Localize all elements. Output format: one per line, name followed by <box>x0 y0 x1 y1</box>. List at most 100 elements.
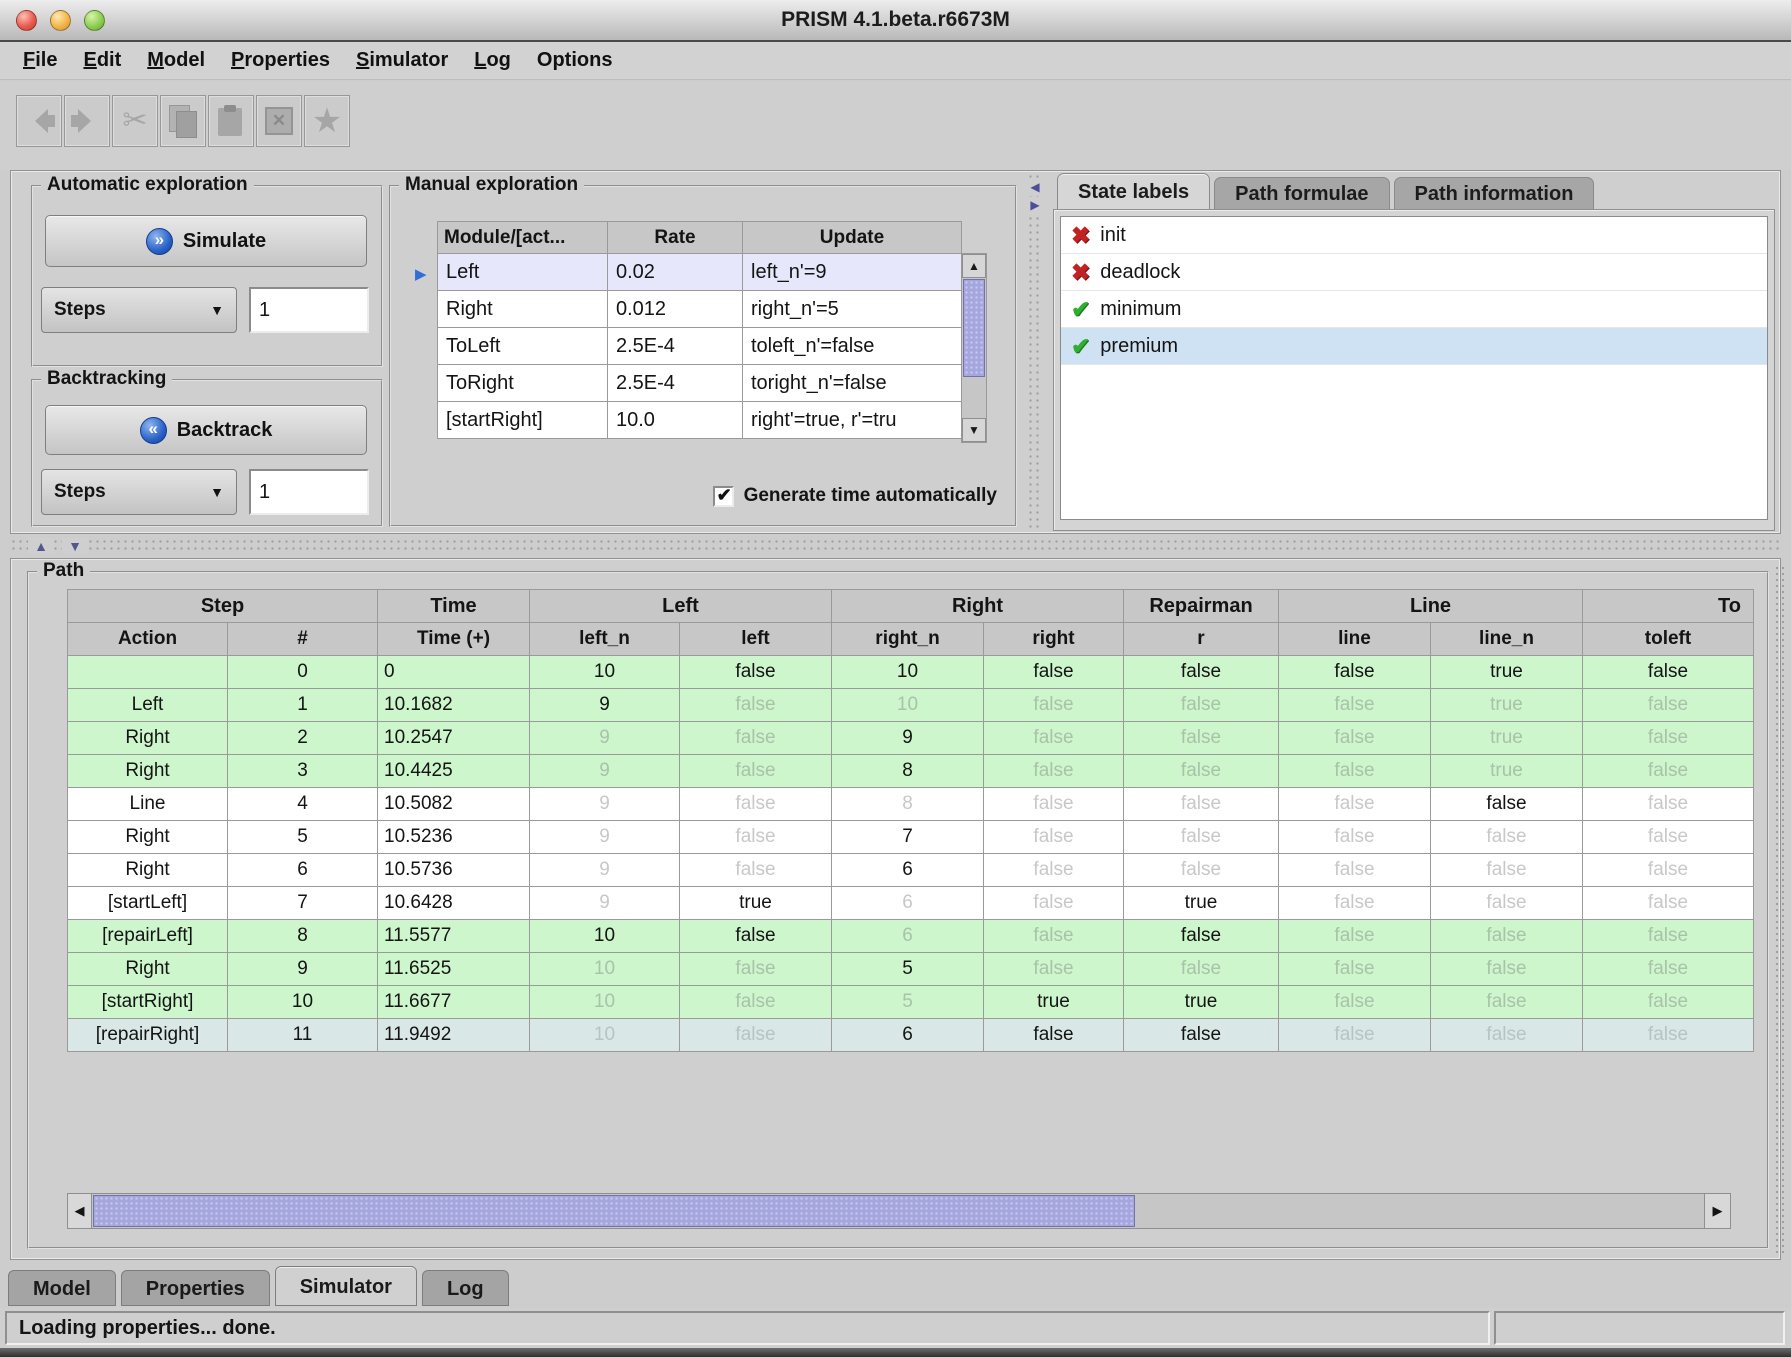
collapse-left-icon[interactable] <box>1028 179 1042 195</box>
menu-edit[interactable]: Edit <box>70 42 134 79</box>
path-col-header[interactable]: toleft <box>1583 623 1754 656</box>
path-col-header[interactable]: line_n <box>1431 623 1583 656</box>
manual-transition-row[interactable]: [startRight]10.0right'=true, r'=tru <box>438 402 962 439</box>
path-col-header[interactable]: left_n <box>530 623 680 656</box>
menu-simulator[interactable]: Simulator <box>343 42 461 79</box>
path-col-header[interactable]: Action <box>68 623 228 656</box>
delete-button[interactable]: ✕ <box>256 95 302 147</box>
rewind-icon: « <box>140 417 167 444</box>
undo-arrow-icon <box>23 109 55 133</box>
manual-col-header[interactable]: Update <box>743 222 962 254</box>
path-step-row[interactable]: [repairRight]1111.949210false6falsefalse… <box>68 1019 1754 1052</box>
check-icon: ✔ <box>1071 298 1090 321</box>
chevron-down-icon: ▼ <box>210 302 224 318</box>
undo-button[interactable] <box>16 95 62 147</box>
path-col-header[interactable]: Time (+) <box>378 623 530 656</box>
path-group-header: Repairman <box>1124 590 1279 623</box>
collapse-right-icon[interactable] <box>1028 197 1042 213</box>
tab-state-labels[interactable]: State labels <box>1057 173 1210 209</box>
simulate-steps-label: Steps <box>54 299 106 321</box>
menu-log[interactable]: Log <box>461 42 524 79</box>
paste-button[interactable] <box>208 95 254 147</box>
path-step-row[interactable]: [startLeft]710.64289true6falsetruefalsef… <box>68 887 1754 920</box>
simulate-steps-dropdown[interactable]: Steps ▼ <box>41 287 237 333</box>
menu-properties[interactable]: Properties <box>218 42 343 79</box>
tab-path-information[interactable]: Path information <box>1394 177 1595 209</box>
state-labels-list: ✖init✖deadlock✔minimum✔premium <box>1060 216 1768 520</box>
manual-exploration-group: Manual exploration ▶ Module/[act...RateU… <box>389 185 1017 527</box>
state-labels-pane: ✖init✖deadlock✔minimum✔premium <box>1053 209 1775 531</box>
path-step-row[interactable]: Right310.44259false8falsefalsefalsetruef… <box>68 755 1754 788</box>
backtrack-steps-dropdown[interactable]: Steps ▼ <box>41 469 237 515</box>
state-label-row[interactable]: ✖init <box>1061 217 1767 254</box>
scroll-down-icon[interactable] <box>962 418 986 442</box>
manual-table-scrollbar[interactable] <box>961 253 987 443</box>
menu-file[interactable]: File <box>10 42 70 79</box>
backtrack-steps-input[interactable]: 1 <box>249 469 369 515</box>
path-step-row[interactable]: Right610.57369false6falsefalsefalsefalse… <box>68 854 1754 887</box>
automatic-exploration-group: Automatic exploration » Simulate Steps ▼… <box>31 185 383 367</box>
fast-forward-icon: » <box>146 228 173 255</box>
scroll-left-icon[interactable] <box>68 1194 92 1228</box>
redo-button[interactable] <box>64 95 110 147</box>
state-label-row[interactable]: ✔ premium <box>1061 328 1767 365</box>
generate-time-checkbox[interactable] <box>713 486 734 507</box>
scroll-up-icon[interactable] <box>962 254 986 278</box>
tab-simulator[interactable]: Simulator <box>275 1266 417 1306</box>
cut-button[interactable]: ✂ <box>112 95 158 147</box>
path-step-row[interactable]: [startRight]1011.667710false5truetruefal… <box>68 986 1754 1019</box>
path-title: Path <box>37 560 90 582</box>
simulate-button[interactable]: » Simulate <box>45 215 367 267</box>
backtrack-button[interactable]: « Backtrack <box>45 405 367 455</box>
state-label-name: init <box>1100 224 1126 247</box>
copy-icon <box>168 105 198 137</box>
paste-icon <box>218 105 244 137</box>
state-label-row[interactable]: ✖deadlock <box>1061 254 1767 291</box>
backtracking-title: Backtracking <box>41 368 172 390</box>
scrollbar-thumb[interactable] <box>963 279 985 377</box>
path-col-header[interactable]: right_n <box>832 623 984 656</box>
manual-col-header[interactable]: Module/[act... <box>438 222 608 254</box>
tab-log[interactable]: Log <box>422 1270 509 1306</box>
generate-time-row: Generate time automatically <box>713 485 997 507</box>
path-col-header[interactable]: line <box>1279 623 1431 656</box>
manual-transition-row[interactable]: ToLeft2.5E-4toleft_n'=false <box>438 328 962 365</box>
copy-button[interactable] <box>160 95 206 147</box>
collapse-up-icon[interactable] <box>28 538 54 554</box>
manual-transition-row[interactable]: Right0.012right_n'=5 <box>438 291 962 328</box>
tab-model[interactable]: Model <box>8 1270 116 1306</box>
delete-icon: ✕ <box>265 107 293 135</box>
state-label-row[interactable]: ✔minimum <box>1061 291 1767 328</box>
path-step-row[interactable]: Line410.50829false8falsefalsefalsefalsef… <box>68 788 1754 821</box>
menu-model[interactable]: Model <box>134 42 218 79</box>
path-step-row[interactable]: Right210.25479false9falsefalsefalsetruef… <box>68 722 1754 755</box>
favorite-button[interactable]: ★ <box>304 95 350 147</box>
path-group-header: Step <box>68 590 378 623</box>
path-col-header[interactable]: left <box>680 623 832 656</box>
vertical-splitter[interactable] <box>1027 173 1043 529</box>
menu-options[interactable]: Options <box>524 42 626 79</box>
check-icon: ✔ <box>1071 335 1090 358</box>
title-bar: PRISM 4.1.beta.r6673M <box>0 0 1791 42</box>
collapse-down-icon[interactable] <box>62 538 88 554</box>
path-step-row[interactable]: Left110.16829false10falsefalsefalsetruef… <box>68 689 1754 722</box>
path-col-header[interactable]: # <box>228 623 378 656</box>
state-label-name: premium <box>1100 335 1178 358</box>
horizontal-splitter[interactable] <box>10 538 1781 554</box>
path-step-row[interactable]: Right510.52369false7falsefalsefalsefalse… <box>68 821 1754 854</box>
scroll-right-icon[interactable] <box>1704 1194 1730 1228</box>
path-step-row[interactable]: [repairLeft]811.557710false6falsefalsefa… <box>68 920 1754 953</box>
manual-transition-row[interactable]: Left0.02left_n'=9 <box>438 254 962 291</box>
path-col-header[interactable]: right <box>984 623 1124 656</box>
manual-transition-row[interactable]: ToRight2.5E-4toright_n'=false <box>438 365 962 402</box>
manual-col-header[interactable]: Rate <box>608 222 743 254</box>
tab-path-formulae[interactable]: Path formulae <box>1214 177 1389 209</box>
scrollbar-thumb[interactable] <box>93 1195 1135 1227</box>
path-step-row[interactable]: Right911.652510false5falsefalsefalsefals… <box>68 953 1754 986</box>
simulate-steps-input[interactable]: 1 <box>249 287 369 333</box>
path-step-row[interactable]: 0010false10falsefalsefalsetruefalse <box>68 656 1754 689</box>
status-cell-right <box>1494 1311 1785 1345</box>
path-scrollbar[interactable] <box>67 1193 1731 1229</box>
tab-properties[interactable]: Properties <box>121 1270 270 1306</box>
path-col-header[interactable]: r <box>1124 623 1279 656</box>
